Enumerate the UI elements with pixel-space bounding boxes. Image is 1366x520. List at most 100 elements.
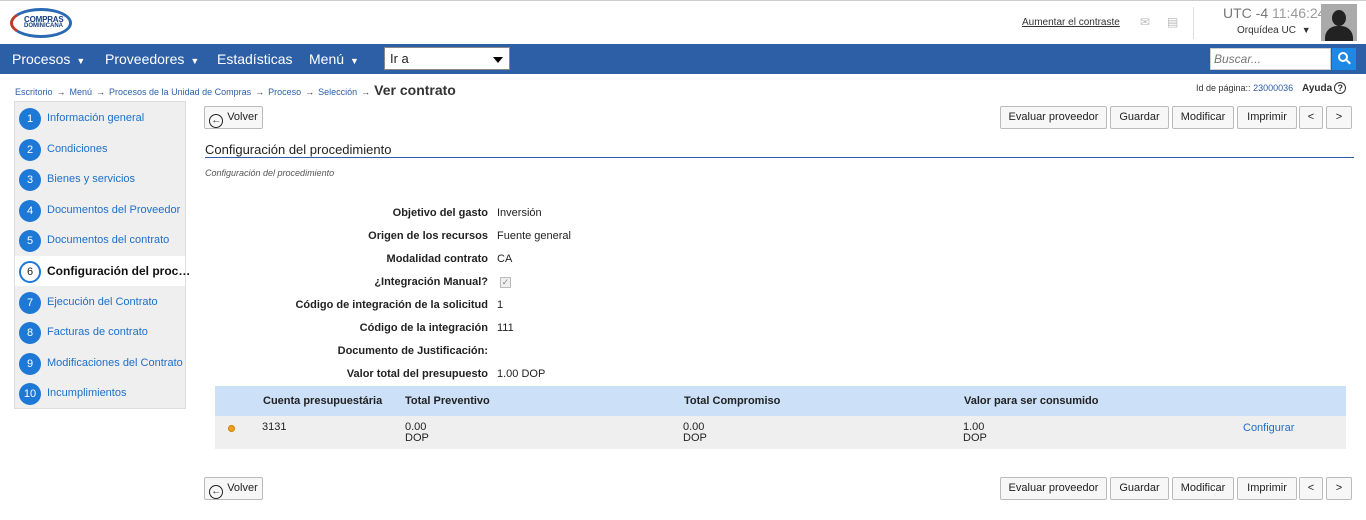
modify-button-bottom[interactable]: Modificar [1172,477,1234,500]
step-label: Facturas de contrato [47,326,148,339]
field-value-modalidad: CA [497,253,513,265]
breadcrumb-seleccion[interactable]: Selección [318,87,357,97]
table-header: Cuenta presupuestária Total Preventivo T… [215,386,1346,416]
back-label: Volver [227,111,258,123]
user-menu[interactable]: Orquídea UC ▼ [1237,25,1311,36]
step-label: Documentos del Proveedor [47,203,181,216]
save-button-bottom[interactable]: Guardar [1110,477,1169,500]
nav-menu-label: Menú [309,51,345,67]
current-time: 11:46:24 [1272,5,1326,21]
compras-dominicana-logo[interactable]: COMPRAS DOMINICANA [10,4,72,42]
cell-preventive: 0.00 DOP [405,422,429,444]
goto-value: Ir a [390,51,409,66]
step-1[interactable]: 1 Información general [15,103,185,133]
step-number: 1 [19,108,41,130]
help-link[interactable]: Ayuda? [1302,82,1347,94]
cell-to-consume: 1.00 DOP [963,422,987,444]
step-number: 4 [19,199,41,222]
field-value-origen: Fuente general [497,230,571,242]
page-id-label: Id de página:: [1196,83,1251,93]
increase-contrast-link[interactable]: Aumentar el contraste [1022,17,1120,28]
step-4[interactable]: 4 Documentos del Proveedor [15,195,185,225]
cell-commitment-currency: DOP [683,432,707,444]
nav-procesos[interactable]: Procesos ▼ [12,51,85,67]
column-cuenta: Cuenta presupuestária [263,395,383,407]
step-label: Ejecución del Contrato [47,295,158,308]
cell-to-consume-currency: DOP [963,432,987,444]
user-name: Orquídea UC [1237,25,1296,36]
avatar[interactable] [1321,4,1357,41]
arrow-left-icon: ← [209,485,224,499]
save-button[interactable]: Guardar [1110,106,1169,129]
cell-commitment: 0.00 DOP [683,422,707,444]
step-number: 5 [19,230,41,253]
step-9[interactable]: 9 Modificaciones del Contrato [15,348,185,378]
modify-button[interactable]: Modificar [1172,106,1234,129]
breadcrumb-procesos-unidad[interactable]: Procesos de la Unidad de Compras [109,87,251,97]
column-preventivo: Total Preventivo [405,395,490,407]
step-10[interactable]: 10 Incumplimientos [15,378,185,408]
step-label: Configuración del proc… [47,264,191,278]
step-3[interactable]: 3 Bienes y servicios [15,164,185,194]
search-icon-handle [1346,59,1351,65]
step-5[interactable]: 5 Documentos del contrato [15,225,185,255]
back-button-bottom[interactable]: ← Volver [204,477,263,500]
step-2[interactable]: 2 Condiciones [15,134,185,164]
goto-select[interactable]: Ir a [384,47,510,70]
step-6[interactable]: 6 Configuración del proc… [15,256,190,286]
step-number: 7 [19,291,41,314]
next-button[interactable]: > [1326,106,1352,129]
nav-procesos-label: Procesos [12,51,71,67]
calendar-icon[interactable]: ▤ [1167,16,1181,28]
section-subtitle: Configuración del procedimiento [205,168,335,178]
mail-icon[interactable]: ✉ [1140,16,1154,28]
nav-estadisticas-label: Estadísticas [217,51,293,67]
step-number: 8 [19,322,41,345]
next-button-bottom[interactable]: > [1326,477,1352,500]
breadcrumb-escritorio[interactable]: Escritorio [15,87,53,97]
evaluate-supplier-button-bottom[interactable]: Evaluar proveedor [1000,477,1107,500]
section-title: Configuración del procedimiento [205,142,1354,158]
field-label-objetivo: Objetivo del gasto [392,207,488,219]
step-label: Documentos del contrato [47,234,170,247]
breadcrumb-menu[interactable]: Menú [70,87,93,97]
cell-preventive-currency: DOP [405,432,429,444]
step-label: Información general [47,112,145,124]
nav-proveedores-label: Proveedores [105,51,185,67]
integracion-manual-checkbox[interactable]: ✓ [500,277,511,288]
chevron-down-icon: ▼ [1301,25,1311,35]
step-label: Modificaciones del Contrato [47,356,183,369]
nav-menu[interactable]: Menú ▼ [309,51,359,67]
step-8[interactable]: 8 Facturas de contrato [15,317,185,347]
field-value-valor-total: 1.00 DOP [497,368,546,380]
step-7[interactable]: 7 Ejecución del Contrato [15,287,185,317]
column-consumir: Valor para ser consumido [964,395,1099,407]
page-title: Ver contrato [374,82,456,98]
page-id-value: 23000036 [1253,83,1294,93]
step-label: Bienes y servicios [47,173,136,186]
field-value-objetivo: Inversión [497,207,542,219]
nav-proveedores[interactable]: Proveedores ▼ [105,51,199,67]
breadcrumb: Escritorio → Menú → Procesos de la Unidad de… [15,82,456,98]
print-button-bottom[interactable]: Imprimir [1237,477,1297,500]
search-input[interactable] [1214,50,1329,68]
arrow-icon: → [96,87,106,97]
arrow-icon: → [305,87,315,97]
search-button[interactable] [1332,48,1356,70]
print-button[interactable]: Imprimir [1237,106,1297,129]
nav-estadisticas[interactable]: Estadísticas [217,51,292,67]
evaluate-supplier-button[interactable]: Evaluar proveedor [1000,106,1107,129]
arrow-icon: → [56,87,66,97]
field-value-codigo-solicitud: 1 [497,299,504,311]
field-label-integracion-manual: ¿Integración Manual? [374,276,488,288]
configure-link[interactable]: Configurar [1243,422,1294,434]
main-nav: Procesos ▼ Proveedores ▼ Estadísticas Menú… [0,44,1366,74]
column-compromiso: Total Compromiso [684,395,781,407]
previous-button-bottom[interactable]: < [1299,477,1323,500]
previous-button[interactable]: < [1299,106,1323,129]
step-number: 3 [19,169,41,192]
breadcrumb-proceso[interactable]: Proceso [268,87,301,97]
top-bar: COMPRAS DOMINICANA Aumentar el contraste… [0,0,1366,44]
field-label-codigo-integracion: Código de la integración [359,322,488,334]
back-button[interactable]: ← Volver [204,106,263,129]
